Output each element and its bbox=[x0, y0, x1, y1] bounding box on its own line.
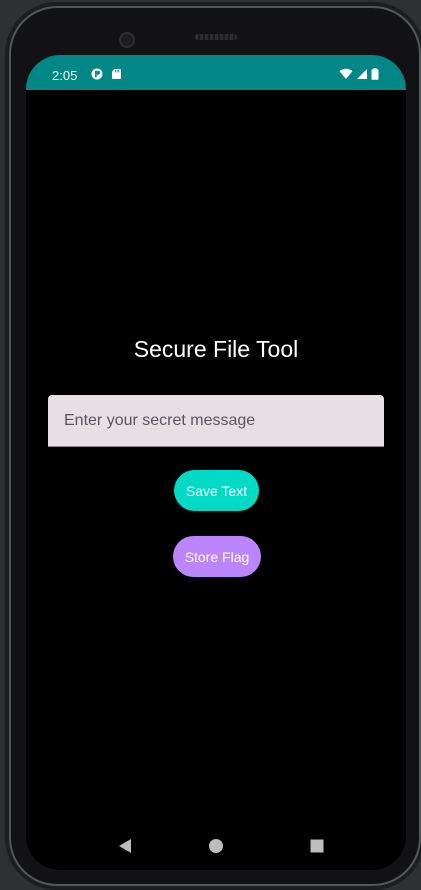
save-text-button[interactable]: Save Text bbox=[174, 470, 259, 511]
earpiece-speaker bbox=[195, 34, 237, 40]
sd-card-icon bbox=[112, 69, 121, 79]
cellular-signal-icon bbox=[357, 69, 367, 79]
battery-icon bbox=[371, 68, 379, 80]
navigation-bar bbox=[26, 822, 406, 870]
recents-button[interactable] bbox=[307, 836, 327, 856]
status-bar: 2:05 bbox=[26, 55, 406, 90]
home-button[interactable] bbox=[206, 836, 226, 856]
home-icon bbox=[209, 839, 223, 853]
page-title: Secure File Tool bbox=[133, 336, 299, 362]
phone-frame: 2:05 Secure File Tool Enter your secret … bbox=[9, 6, 421, 886]
back-icon bbox=[119, 839, 131, 853]
app-notification-icon bbox=[91, 68, 103, 80]
secret-message-input[interactable] bbox=[48, 395, 384, 447]
status-time: 2:05 bbox=[52, 68, 78, 83]
wifi-icon bbox=[339, 68, 353, 79]
phone-screen: 2:05 Secure File Tool Enter your secret … bbox=[26, 55, 406, 870]
back-button[interactable] bbox=[115, 836, 135, 856]
store-flag-button[interactable]: Store Flag bbox=[173, 536, 261, 577]
recents-icon bbox=[310, 839, 324, 853]
front-camera bbox=[119, 32, 135, 48]
emulator-window: 2:05 Secure File Tool Enter your secret … bbox=[0, 0, 421, 890]
app-content: Secure File Tool Save Text Store Flag bbox=[26, 90, 406, 870]
